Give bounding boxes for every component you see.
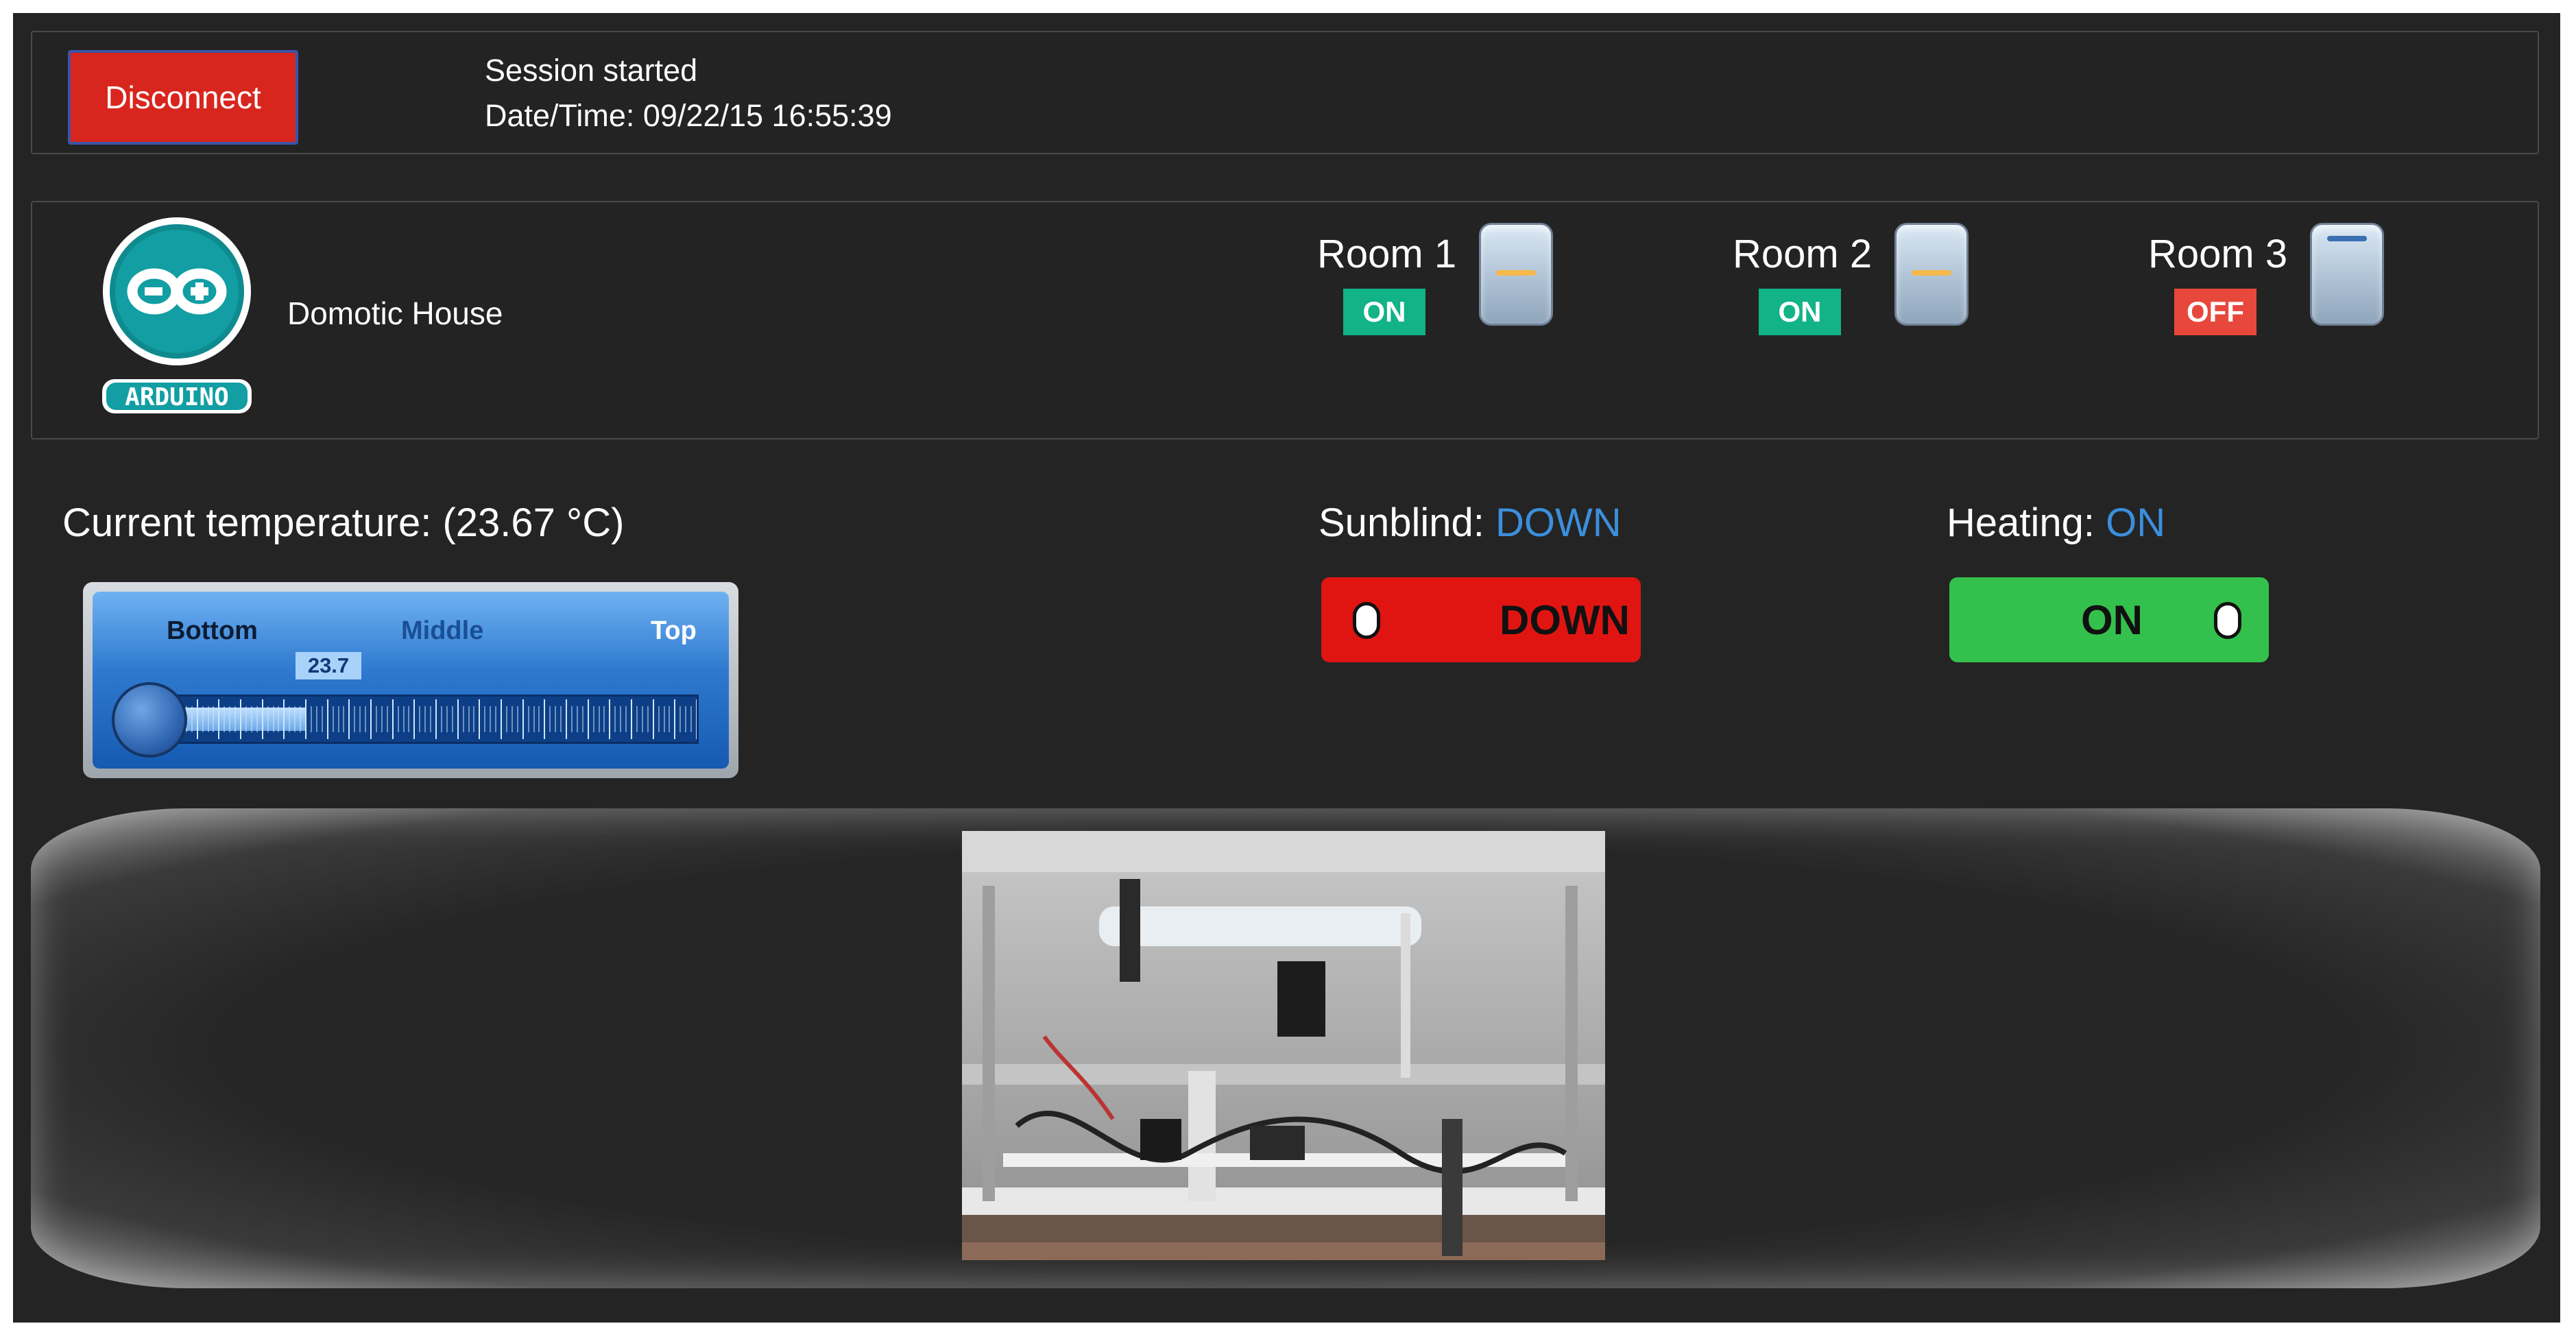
room-3: Room 3 OFF [2148, 223, 2416, 346]
house-name: Domotic House [287, 295, 503, 331]
light-switch-icon [2327, 236, 2367, 241]
sunblind-value: DOWN [1495, 500, 1622, 545]
light-switch-icon [1496, 270, 1536, 276]
light-switch-icon [1912, 270, 1951, 276]
logo-text: ARDUINO [125, 383, 229, 411]
heating-toggle[interactable]: ON [1949, 577, 2269, 662]
session-bar: Disconnect Session started Date/Time: 09… [31, 31, 2539, 154]
arduino-logo-icon: ARDUINO [98, 215, 256, 413]
room-2-light-switch[interactable] [1894, 223, 1969, 326]
room-2: Room 2 ON [1733, 223, 2000, 346]
room-status-badge: ON [1343, 289, 1425, 335]
room-1-light-switch[interactable] [1479, 223, 1553, 326]
heating-status: Heating: ON [1947, 500, 2165, 546]
heating-label: Heating: [1947, 500, 2095, 545]
room-status-badge: OFF [2174, 289, 2256, 335]
room-status-badge: ON [1759, 289, 1841, 335]
domotic-dashboard: Disconnect Session started Date/Time: 09… [13, 13, 2560, 1323]
thermometer-gauge: Bottom Middle Top 23.7 [93, 592, 729, 769]
room-name: Room 3 [2148, 232, 2288, 276]
gauge-ticks [176, 699, 697, 739]
gauge-label-top: Top [651, 616, 697, 645]
gauge-value: 23.7 [296, 652, 361, 679]
sunblind-label: Sunblind: [1319, 500, 1484, 545]
sunblind-status: Sunblind: DOWN [1319, 500, 1622, 546]
room-3-light-switch[interactable] [2310, 223, 2384, 326]
thermometer-gauge-icon: Bottom Middle Top 23.7 [83, 582, 738, 778]
camera-feed-image [962, 831, 1605, 1260]
room-name: Room 1 [1317, 232, 1457, 276]
rooms-bar: ARDUINO Domotic House Room 1 ON Room 2 O… [31, 201, 2539, 439]
toggle-knob [2214, 602, 2241, 639]
gauge-label-bottom: Bottom [167, 616, 258, 645]
gauge-label-middle: Middle [401, 616, 484, 645]
sunblind-toggle[interactable]: DOWN [1321, 577, 1641, 662]
session-status: Session started [485, 53, 698, 88]
gauge-bulb [112, 682, 187, 758]
sunblind-toggle-text: DOWN [1500, 597, 1630, 643]
room-name: Room 2 [1733, 232, 1873, 276]
heating-value: ON [2106, 500, 2166, 545]
session-datetime: Date/Time: 09/22/15 16:55:39 [485, 98, 892, 133]
toggle-knob [1353, 602, 1380, 639]
disconnect-button[interactable]: Disconnect [68, 50, 298, 145]
temperature-title: Current temperature: (23.67 °C) [62, 500, 625, 545]
heating-toggle-text: ON [2081, 597, 2143, 643]
gauge-tube [173, 695, 699, 744]
room-1: Room 1 ON [1317, 223, 1585, 346]
